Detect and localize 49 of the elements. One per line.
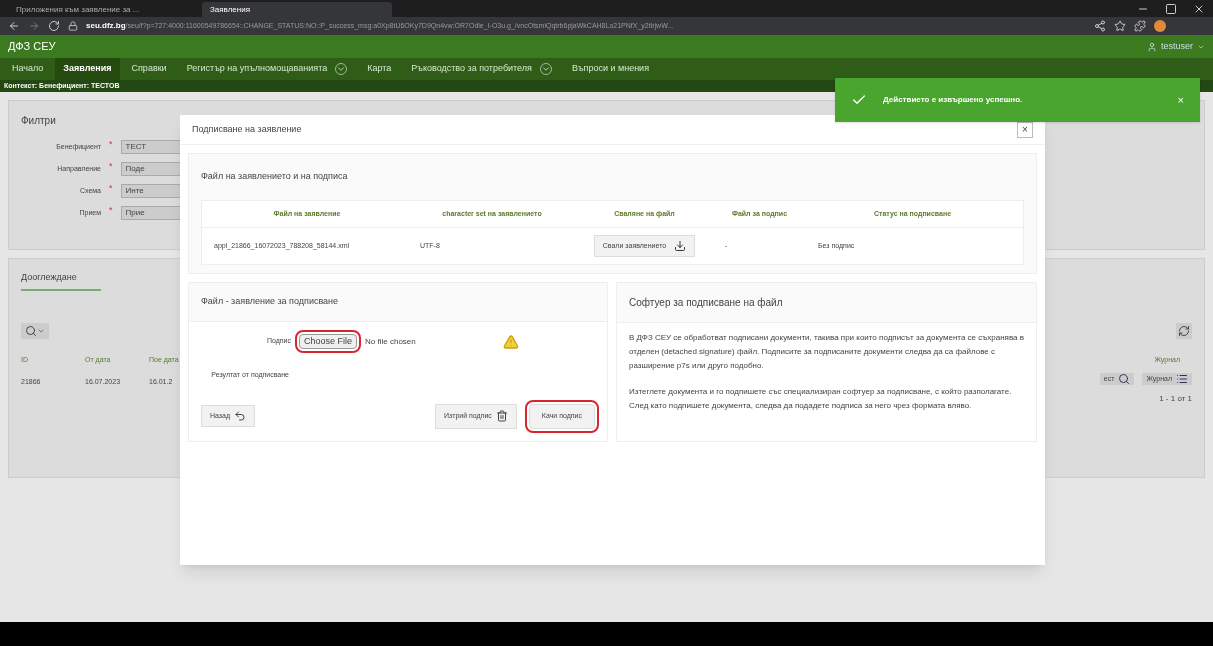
close-button[interactable]: × [1017,121,1033,138]
lock-icon [68,21,78,31]
nav-item[interactable]: Въпроси и мнения [563,58,658,80]
required-mark: * [109,138,113,152]
nav-item[interactable]: Карта [359,58,400,80]
browser-tab[interactable]: Заявления [202,2,392,17]
puzzle-icon[interactable] [1134,20,1146,32]
warning-icon [503,333,520,350]
share-icon[interactable] [1094,20,1106,32]
user-icon [1147,41,1157,52]
info-paragraph: В ДФЗ СЕУ се обработват подписани документи, такива при които подписът за документа се съхранява в отделен (detached signature) файл. Подписите за подписаните документи следва да са файлове с разширение p7s или друго подобно. [629,332,1024,372]
app-title[interactable]: ДФЗ СЕУ [8,38,56,55]
required-mark: * [109,160,113,174]
page-tab[interactable]: Дооглеждане [21,271,101,291]
search-menu-button[interactable] [21,322,49,339]
user-menu[interactable]: testuser [1147,39,1205,54]
select-field[interactable]: ТЕСТ [120,140,181,154]
required-mark: * [109,204,113,218]
nav-item[interactable]: Заявления [55,58,120,80]
file-status-text: No file chosen [365,335,417,348]
download-icon [674,240,687,252]
trash-icon [495,410,508,423]
nav-item[interactable]: Начало [4,58,52,80]
info-paragraph: Изтеглете документа и го подпишете със специализиран софтуер за подписване, с който разполагате. След като подпишете документа, следва да подадете подписа за него чрез формата вляво. [629,386,1013,412]
close-icon[interactable] [1193,3,1205,15]
profile-avatar[interactable] [1154,20,1166,32]
back-icon[interactable] [8,20,20,32]
required-mark: * [109,182,113,196]
section-title: Файл - заявление за подписване [189,283,607,322]
refresh-icon[interactable] [1176,322,1192,339]
reload-icon[interactable] [48,20,60,32]
list-icon [1176,373,1188,385]
select-field[interactable]: Инте [120,184,181,198]
section-title: Файл на заявлението и на подписа [200,170,349,183]
section-title: Софтуер за подписване на файл [617,283,1036,323]
undo-icon [234,410,247,423]
toast-message: Действието е извършено успешно. [883,94,1024,106]
search-icon [25,324,37,337]
select-field[interactable]: Прие [120,206,181,220]
nav-item[interactable]: Справки [123,58,175,80]
select-field[interactable]: Поде [120,162,181,176]
pagination-text: 1 - 1 от 1 [1159,393,1192,405]
maximize-icon[interactable] [1165,3,1177,15]
nav-item[interactable]: Регистър на упълномощаванията [178,58,356,80]
nav-item[interactable]: Ръководство за потребителя [403,58,560,80]
panel-title: Филтри [21,114,56,128]
modal-title: Подписване на заявление [192,122,302,136]
search-icon [1118,373,1131,385]
star-icon[interactable] [1114,20,1126,32]
